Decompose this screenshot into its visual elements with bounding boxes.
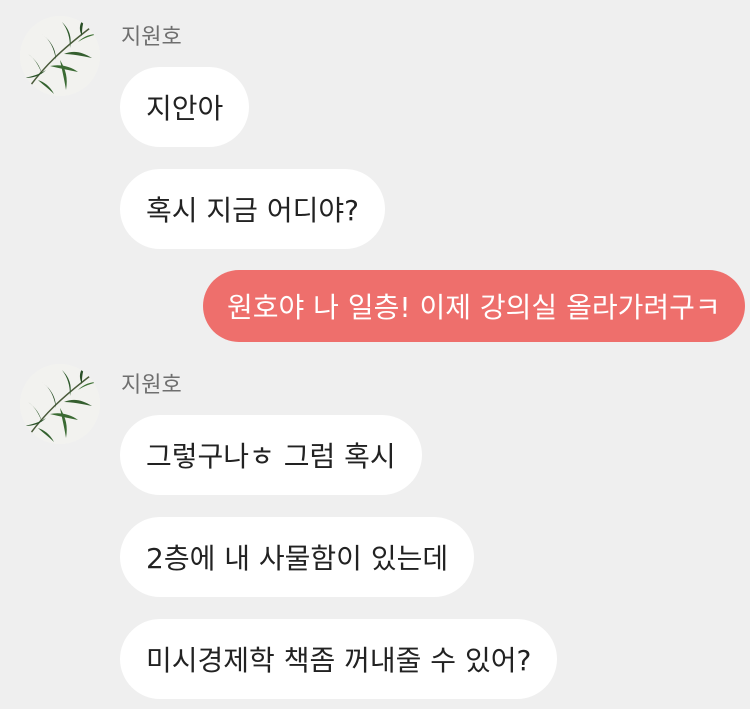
message-text: 지안아 (146, 92, 224, 125)
sender-avatar[interactable] (20, 16, 100, 96)
bamboo-leaves-icon (20, 364, 100, 444)
message-text: 혹시 지금 어디야? (146, 194, 359, 227)
message-bubble-incoming[interactable]: 미시경제학 책좀 꺼내줄 수 있어? (120, 619, 558, 699)
message-text: 2층에 내 사물함이 있는데 (146, 542, 449, 575)
message-text: 원호야 나 일층! 이제 강의실 올라가려구ㅋ (227, 291, 721, 324)
bamboo-leaves-icon (20, 16, 100, 96)
sender-name: 지원호 (121, 25, 182, 50)
message-bubble-outgoing[interactable]: 원호야 나 일층! 이제 강의실 올라가려구ㅋ (203, 270, 745, 342)
message-text: 미시경제학 책좀 꺼내줄 수 있어? (146, 644, 532, 677)
sender-name: 지원호 (121, 373, 182, 398)
sender-avatar[interactable] (20, 364, 100, 444)
message-text: 그렇구나ㅎ 그럼 혹시 (146, 440, 396, 473)
message-bubble-incoming[interactable]: 혹시 지금 어디야? (120, 169, 385, 249)
message-bubble-incoming[interactable]: 2층에 내 사물함이 있는데 (120, 517, 475, 597)
message-bubble-incoming[interactable]: 그렇구나ㅎ 그럼 혹시 (120, 415, 422, 495)
chat-conversation: 지원호 지안아 혹시 지금 어디야? 원호야 나 일층! 이제 강의실 올라가려… (0, 0, 750, 709)
message-bubble-incoming[interactable]: 지안아 (120, 67, 250, 147)
